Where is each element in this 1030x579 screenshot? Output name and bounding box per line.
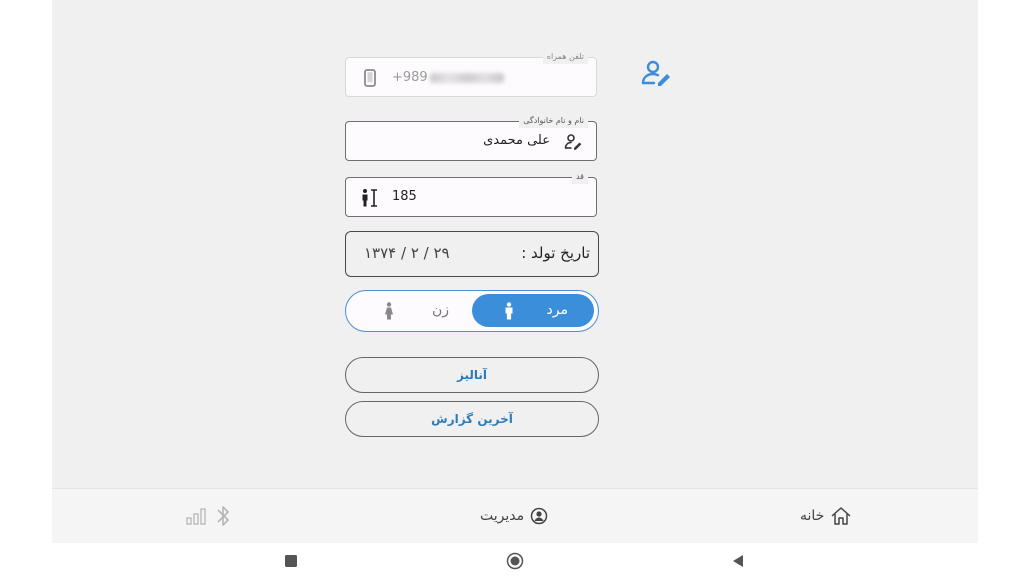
birth-date-label: تاریخ تولد : (521, 244, 590, 262)
birth-date-value: ۱۳۷۴ / ۲ / ۲۹ (364, 244, 450, 262)
home-system-button[interactable] (505, 551, 525, 571)
gender-female-option[interactable]: زن (352, 294, 470, 327)
system-navigation-bar (0, 543, 1030, 579)
phone-value: +989 (392, 70, 504, 85)
height-measure-icon (362, 189, 377, 207)
nav-management-label: مدیریت (480, 508, 525, 524)
height-value: 185 (392, 189, 417, 204)
analyze-button[interactable]: آنالیز (345, 357, 599, 393)
back-triangle-icon (733, 555, 743, 567)
phone-field: تلفن همراه +989 (345, 50, 597, 97)
gender-female-label: زن (432, 302, 450, 318)
female-icon (385, 302, 393, 320)
user-edit-icon[interactable] (640, 58, 672, 88)
full-name-legend: نام و نام خانوادگی (519, 114, 588, 128)
height-legend: قد (571, 170, 588, 184)
nav-home[interactable]: خانه (800, 504, 852, 528)
male-icon (505, 302, 513, 320)
gender-toggle: مرد زن (345, 290, 599, 332)
full-name-field[interactable]: نام و نام خانوادگی علی محمدی (345, 114, 597, 161)
back-button[interactable] (728, 551, 748, 571)
user-circle-icon (530, 507, 548, 525)
circle-icon (506, 552, 524, 570)
full-name-value: علی محمدی (483, 133, 550, 148)
nav-home-label: خانه (800, 508, 825, 524)
bluetooth-icon (217, 506, 229, 526)
signal-bars-icon (186, 508, 206, 525)
last-report-button[interactable]: آخرین گزارش (345, 401, 599, 437)
birth-date-field[interactable]: تاریخ تولد : ۱۳۷۴ / ۲ / ۲۹ (345, 231, 599, 277)
recents-button[interactable] (281, 551, 301, 571)
bottom-navigation: مدیریت خانه (52, 488, 978, 544)
phone-legend: تلفن همراه (542, 50, 588, 64)
mobile-phone-icon (364, 69, 376, 87)
phone-blurred-digits (429, 72, 504, 83)
nav-management[interactable]: مدیریت (480, 504, 548, 528)
user-edit-icon (564, 134, 582, 150)
square-icon (285, 555, 297, 567)
gender-male-label: مرد (546, 302, 568, 318)
home-icon (831, 507, 851, 525)
status-icons (186, 503, 230, 529)
gender-male-option[interactable]: مرد (472, 294, 594, 327)
height-field[interactable]: قد 185 (345, 170, 597, 217)
